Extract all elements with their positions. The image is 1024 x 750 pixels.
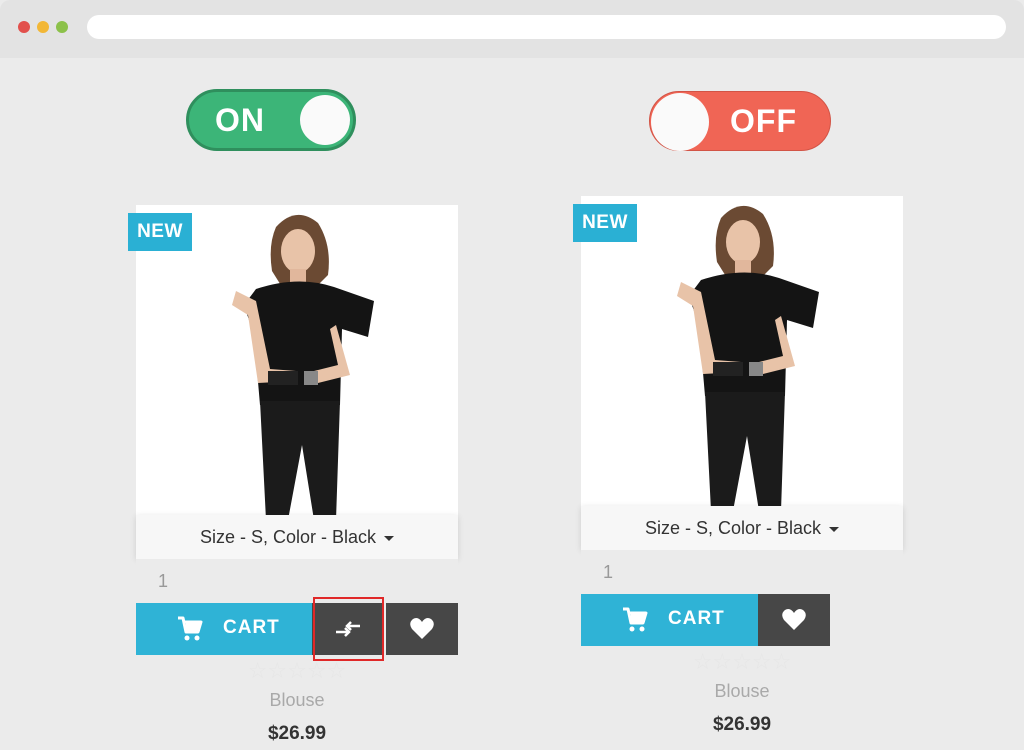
maximize-window-dot[interactable]	[56, 21, 68, 33]
variant-dropdown[interactable]: Size - S, Color - Black	[136, 515, 458, 559]
quantity-input[interactable]: 1	[136, 559, 458, 603]
product-image[interactable]	[136, 205, 458, 520]
toggle-on-switch[interactable]: ON	[186, 89, 356, 151]
model-photo	[232, 214, 374, 520]
browser-toolbar	[0, 0, 1024, 58]
product-price: $26.99	[267, 723, 327, 744]
product-card-left: NEW Size - S, Color - Black 1 CART ☆☆☆☆☆…	[128, 205, 458, 750]
chevron-down-icon	[829, 526, 840, 532]
product-price: $26.99	[712, 714, 772, 735]
quantity-input[interactable]: 1	[581, 550, 903, 594]
new-badge: NEW	[128, 213, 192, 251]
rating-stars: ☆☆☆☆☆	[692, 649, 792, 674]
toggle-knob	[651, 93, 709, 151]
address-bar[interactable]	[87, 15, 1006, 39]
heart-icon	[782, 609, 806, 630]
product-name[interactable]: Blouse	[662, 681, 822, 702]
product-image[interactable]	[581, 196, 903, 511]
cart-icon	[623, 607, 648, 632]
variant-label: Size - S, Color - Black	[644, 518, 822, 538]
add-to-cart-button[interactable]: CART	[136, 603, 312, 655]
product-name[interactable]: Blouse	[217, 690, 377, 711]
add-to-cart-button[interactable]: CART	[581, 594, 758, 646]
variant-label: Size - S, Color - Black	[199, 527, 377, 547]
cart-icon	[178, 616, 203, 641]
toggle-on-label: ON	[215, 102, 265, 138]
toggle-off-label: OFF	[730, 103, 797, 139]
new-badge: NEW	[573, 204, 637, 242]
toggle-off-switch[interactable]: OFF	[649, 91, 831, 151]
model-photo	[677, 205, 819, 511]
minimize-window-dot[interactable]	[37, 21, 49, 33]
wishlist-button[interactable]	[386, 603, 458, 655]
rating-stars: ☆☆☆☆☆	[247, 658, 347, 683]
cart-label: CART	[668, 608, 725, 629]
chevron-down-icon	[384, 535, 395, 541]
toggle-knob	[300, 95, 350, 145]
close-window-dot[interactable]	[18, 21, 30, 33]
compare-highlight-box	[313, 597, 384, 661]
wishlist-button[interactable]	[758, 594, 830, 646]
cart-label: CART	[223, 617, 280, 638]
variant-dropdown[interactable]: Size - S, Color - Black	[581, 506, 903, 550]
product-card-right: NEW Size - S, Color - Black 1 CART ☆☆☆☆☆…	[573, 196, 903, 750]
heart-icon	[410, 618, 434, 639]
